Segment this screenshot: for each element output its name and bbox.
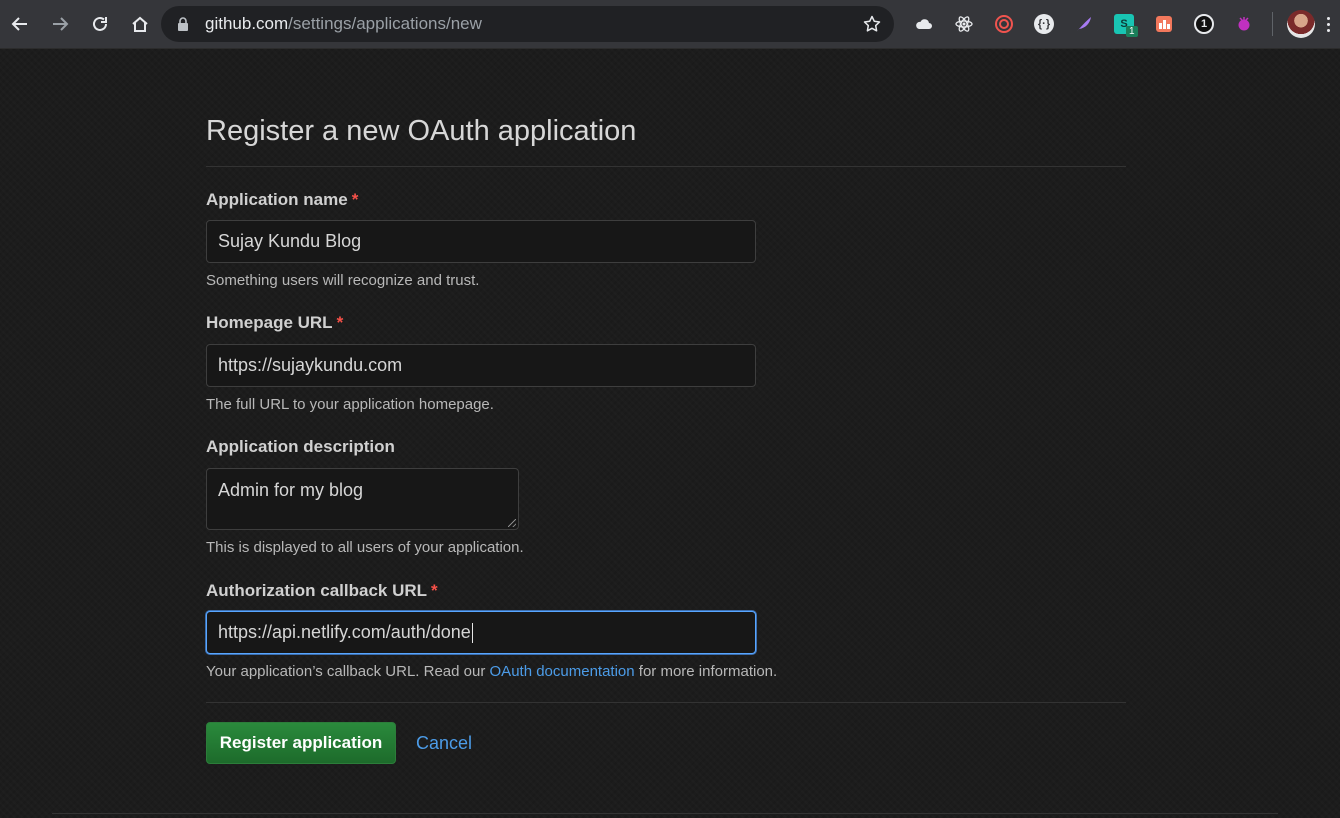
star-icon[interactable]	[862, 14, 882, 34]
extension-button[interactable]: {·}	[1024, 0, 1064, 48]
extension-button[interactable]: S 1	[1104, 0, 1144, 48]
extension-button[interactable]	[1144, 0, 1184, 48]
callback-url-input[interactable]: https://api.netlify.com/auth/done	[206, 611, 756, 654]
page-body: Register a new OAuth application Applica…	[0, 48, 1340, 818]
required-mark: *	[336, 313, 344, 332]
homepage-url-label: Homepage URL *	[206, 313, 344, 332]
required-mark: *	[431, 581, 438, 600]
arrow-left-icon	[11, 17, 27, 31]
braces-icon: {·}	[1034, 14, 1054, 34]
back-button[interactable]	[0, 0, 40, 48]
spiral-icon	[995, 15, 1013, 33]
avatar	[1287, 10, 1315, 38]
actions-divider	[206, 702, 1126, 703]
home-icon	[132, 16, 148, 32]
address-bar[interactable]: github.com/settings/applications/new	[161, 6, 894, 42]
description-note: This is displayed to all users of your a…	[206, 539, 524, 556]
extension-button[interactable]	[1064, 0, 1104, 48]
lock-icon	[178, 17, 188, 31]
cloud-icon	[916, 19, 932, 29]
forward-button[interactable]	[40, 0, 80, 48]
onepassword-icon: 1	[1194, 14, 1214, 34]
toolbar-divider	[1272, 12, 1273, 36]
text-caret	[471, 622, 473, 643]
cancel-link[interactable]: Cancel	[416, 733, 472, 754]
extension-button[interactable]	[904, 0, 944, 48]
grid-extension-icon	[1156, 16, 1172, 32]
address-url: github.com/settings/applications/new	[205, 14, 482, 33]
oauth-documentation-link[interactable]: OAuth documentation	[490, 663, 635, 680]
bug-extension-icon	[1238, 17, 1250, 31]
footer-divider	[52, 813, 1278, 814]
app-name-label: Application name *	[206, 190, 359, 209]
react-devtools-icon	[955, 16, 973, 32]
extension-button[interactable]	[944, 0, 984, 48]
reload-icon	[93, 16, 107, 31]
homepage-url-note: The full URL to your application homepag…	[206, 396, 494, 413]
callback-url-note: Your application’s callback URL. Read ou…	[206, 663, 778, 680]
reload-button[interactable]	[80, 0, 120, 48]
browser-toolbar: github.com/settings/applications/new {·}…	[0, 0, 1340, 48]
resize-handle[interactable]	[508, 519, 516, 527]
callback-url-label: Authorization callback URL *	[206, 581, 438, 600]
feather-icon	[1077, 17, 1091, 31]
arrow-right-icon	[53, 17, 69, 31]
required-mark: *	[351, 190, 359, 209]
description-label: Application description	[206, 437, 395, 456]
extension-button[interactable]	[984, 0, 1024, 48]
extension-badge: 1	[1126, 26, 1138, 37]
page-title: Register a new OAuth application	[206, 115, 637, 147]
app-name-input[interactable]: Sujay Kundu Blog	[206, 220, 756, 263]
browser-menu-icon[interactable]	[1321, 0, 1335, 48]
extension-button[interactable]	[1224, 0, 1264, 48]
extensions-bar: {·} S 1 1	[904, 0, 1335, 48]
homepage-url-input[interactable]: https://sujaykundu.com	[206, 344, 756, 387]
description-textarea[interactable]: Admin for my blog	[206, 468, 519, 530]
title-divider	[206, 166, 1126, 167]
app-name-note: Something users will recognize and trust…	[206, 272, 480, 289]
register-application-button[interactable]: Register application	[206, 722, 396, 764]
extension-button[interactable]: 1	[1184, 0, 1224, 48]
home-button[interactable]	[120, 0, 160, 48]
profile-button[interactable]	[1281, 0, 1321, 48]
